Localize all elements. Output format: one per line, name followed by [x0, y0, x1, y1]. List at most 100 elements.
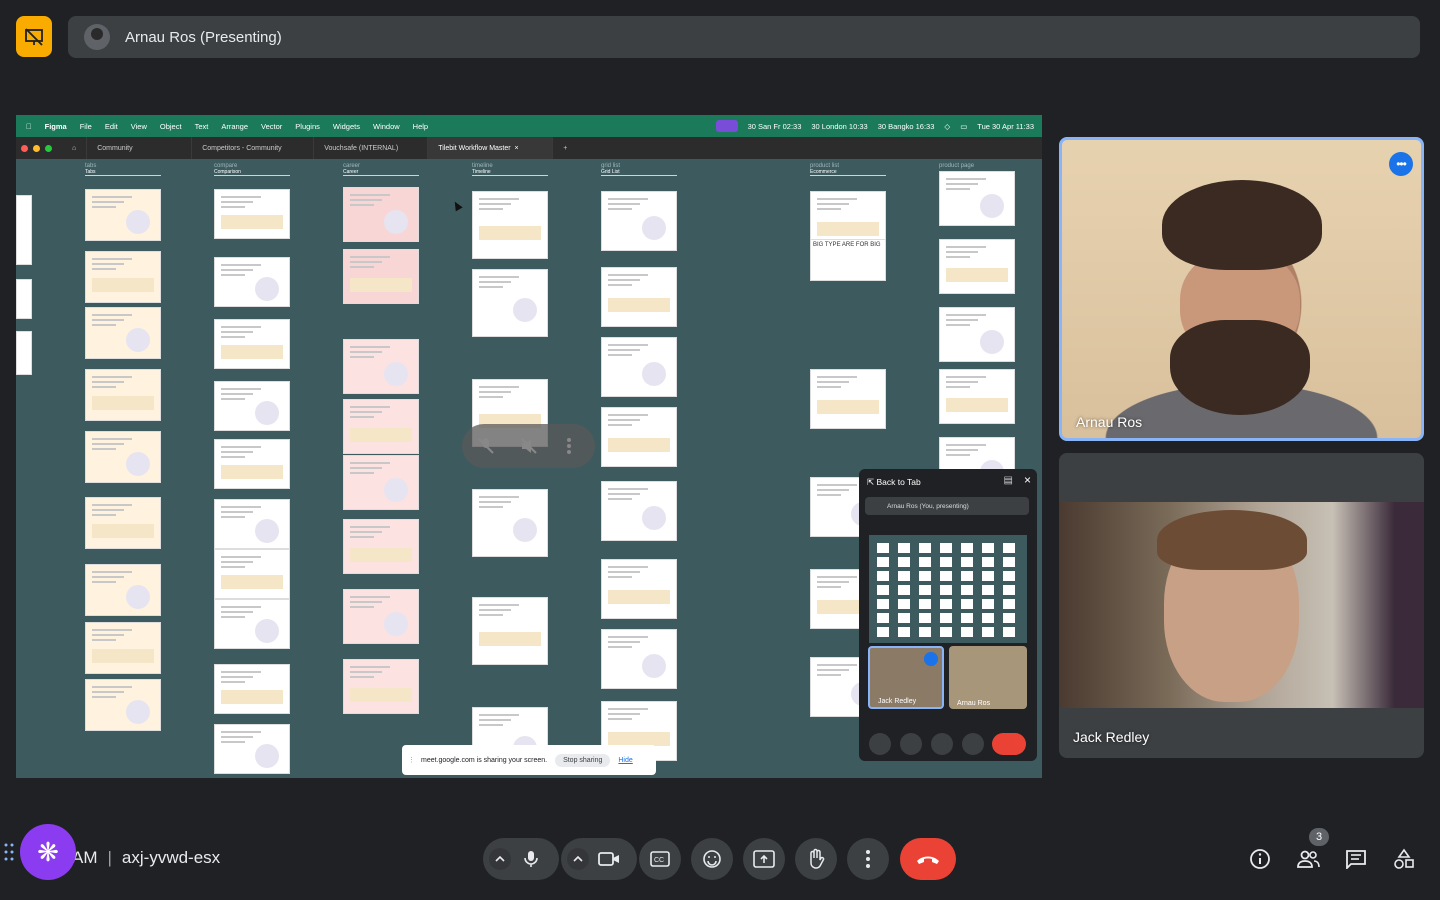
frame-text-line [479, 208, 503, 210]
frame-card-placeholder [350, 427, 412, 442]
leave-call-button[interactable] [900, 838, 956, 880]
more-options-button[interactable] [847, 838, 889, 880]
activities-button[interactable] [1389, 844, 1419, 874]
frame-text-line [221, 269, 253, 271]
tab-label: Vouchsafe (INTERNAL) [324, 144, 399, 152]
frame-text-line [946, 386, 970, 388]
menu-help: Help [407, 121, 428, 131]
menu-vector: Vector [255, 121, 282, 131]
frame-card-placeholder [92, 278, 154, 292]
pip-hand-icon [931, 733, 953, 755]
frame-text-line [350, 467, 382, 469]
frame-text-line [350, 266, 374, 268]
frame-image-placeholder [980, 193, 1004, 218]
frame-text-line [479, 198, 519, 200]
frame-text-line [221, 511, 253, 513]
chat-button[interactable] [1341, 844, 1371, 874]
meeting-details-button[interactable] [1245, 844, 1275, 874]
more-options-button[interactable]: ••• [1389, 152, 1413, 176]
frame-text-line [92, 386, 116, 388]
video-options-button[interactable] [567, 848, 589, 870]
canvas-frame [16, 279, 32, 319]
canvas-frame [343, 339, 419, 394]
floating-media-controls [462, 424, 595, 468]
frame-text-line [350, 676, 374, 678]
frame-text-line [350, 411, 382, 413]
frame-text-line [92, 581, 116, 583]
raise-hand-button[interactable] [795, 838, 837, 880]
frame-text-line [221, 556, 261, 558]
frame-text-line [92, 509, 124, 511]
menu-plugins: Plugins [289, 121, 320, 131]
frame-text-line [221, 681, 245, 683]
frame-text-line [946, 183, 978, 185]
meeting-info: AM | axj-yvwd-esx [72, 848, 220, 868]
frame-card-placeholder [221, 215, 283, 229]
mic-control-group [483, 838, 559, 880]
tab-label: Tilebit Workflow Master [438, 144, 511, 152]
canvas-frame [214, 439, 290, 489]
frame-text-line [92, 514, 116, 516]
pip-tile-jack: Jack Redley [868, 646, 944, 709]
participant-name: Arnau Ros [1076, 414, 1143, 430]
frame-text-line [92, 319, 124, 321]
canvas-frame [214, 319, 290, 369]
frame-image-placeholder [642, 362, 666, 386]
clock-sf: 30 San Fr 02:33 [747, 121, 802, 131]
speaking-indicator-icon [924, 652, 938, 666]
reactions-button[interactable] [691, 838, 733, 880]
mic-icon[interactable] [521, 849, 541, 869]
preview-column [961, 543, 973, 637]
canvas-frame [16, 331, 32, 375]
frame-image-placeholder [255, 519, 279, 543]
frame-text-line [479, 724, 503, 726]
frame-text-line [350, 256, 390, 258]
canvas-frame [601, 481, 677, 541]
frame-text-line [92, 381, 124, 383]
preview-column [877, 543, 889, 637]
frame-text-line [350, 462, 390, 464]
frame-text-line [350, 531, 382, 533]
video-feed [1162, 180, 1322, 270]
speaker-off-icon[interactable] [519, 436, 539, 456]
menu-view: View [125, 121, 147, 131]
participant-tile-arnau[interactable]: ••• Arnau Ros [1059, 137, 1424, 441]
mic-off-icon[interactable] [476, 436, 496, 456]
present-button[interactable] [743, 838, 785, 880]
people-button[interactable] [1293, 844, 1323, 874]
frame-text-line [479, 604, 519, 606]
frame-heading: BIG TYPE ARE FOR BIG [813, 242, 881, 248]
audio-options-button[interactable] [489, 848, 511, 870]
window-zoom-icon [45, 144, 52, 152]
frame-text-line [221, 446, 261, 448]
frame-text-line [350, 204, 374, 206]
frame-text-line [92, 686, 132, 688]
canvas-frame [472, 191, 548, 259]
frame-text-line [350, 356, 374, 358]
apple-icon:  [26, 122, 32, 131]
captions-button[interactable]: CC [639, 838, 681, 880]
tab-label: Community [97, 144, 133, 152]
activities-shapes-icon [1394, 848, 1414, 869]
presentation-stopped-icon[interactable] [16, 16, 52, 57]
frame-text-line [946, 246, 986, 248]
frame-text-line [221, 398, 245, 400]
camera-icon[interactable] [598, 849, 620, 869]
tab-competitors: Competitors - Community [192, 137, 315, 159]
frame-image-placeholder [642, 506, 666, 530]
pip-tile-arnau: Arnau Ros [949, 646, 1027, 709]
back-to-tab-button: ⇱ Back to Tab [867, 477, 921, 487]
frame-text-line [608, 718, 632, 720]
more-vert-icon[interactable] [564, 436, 574, 456]
participant-tile-jack[interactable]: Jack Redley [1059, 453, 1424, 758]
app-badge-icon[interactable]: ❋ [20, 824, 76, 880]
menu-edit: Edit [99, 121, 118, 131]
frame-image-placeholder [126, 700, 150, 724]
frame-text-line [817, 664, 857, 666]
frame-text-line [608, 354, 632, 356]
frame-text-line [221, 388, 261, 390]
frame-text-line [92, 201, 124, 203]
column-heading-career: career Career [343, 163, 419, 176]
frame-image-placeholder [980, 329, 1004, 354]
drag-handle-icon[interactable] [4, 842, 14, 862]
